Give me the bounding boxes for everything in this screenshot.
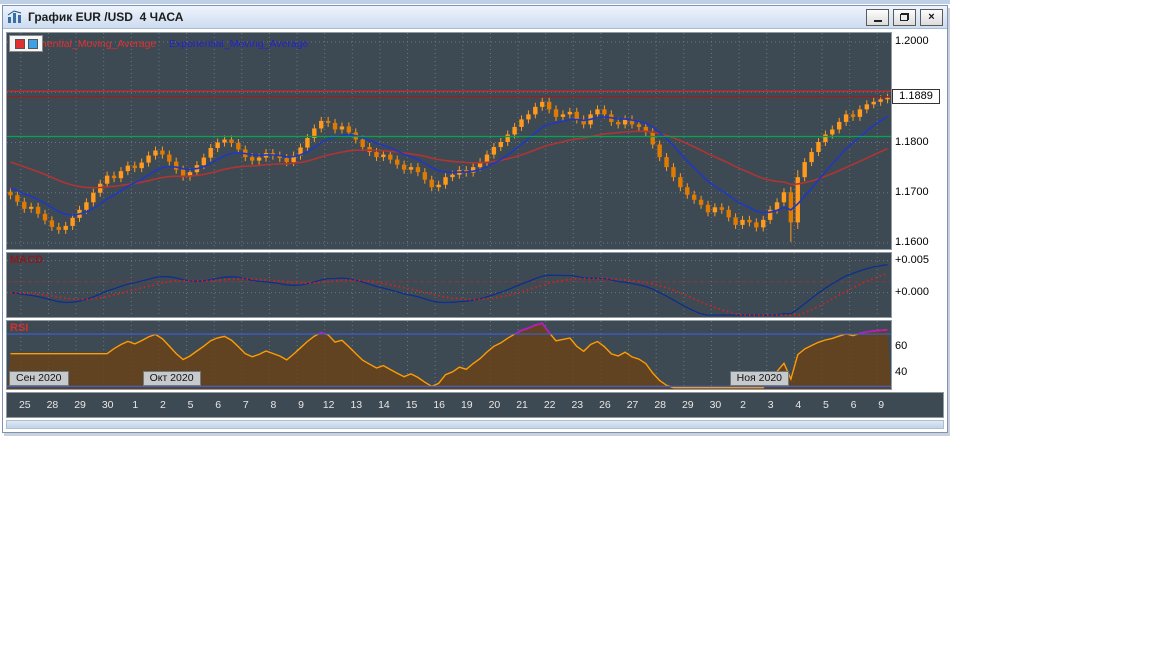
time-axis-label: 21 [516, 399, 528, 411]
main-chart-panel[interactable]: Exponential_Moving_Average Exponential_M… [6, 32, 892, 250]
axis-tick: +0.005 [895, 253, 929, 266]
axis-tick: 1.1800 [895, 135, 929, 148]
time-axis-label: 6 [215, 399, 222, 411]
time-axis-label: 12 [322, 399, 335, 411]
time-axis-label: 28 [654, 399, 667, 411]
chart-window: График EUR /USD 4 ЧАСА × Exponential_Mov… [2, 5, 948, 433]
axis-tick: +0.000 [895, 285, 929, 298]
time-axis-label: 14 [378, 399, 390, 411]
time-axis-label: 6 [850, 399, 857, 411]
legend-swatches [9, 35, 43, 52]
time-axis-label: 15 [405, 399, 418, 411]
time-axis-label: 16 [433, 399, 446, 411]
axis-tick: 1.2000 [895, 35, 929, 48]
time-axis-label: 28 [46, 399, 59, 411]
time-axis-label: 19 [460, 399, 473, 411]
red-swatch-icon [14, 38, 25, 49]
window-title: График EUR /USD 4 ЧАСА [28, 10, 184, 24]
background-strip [0, 0, 950, 4]
rsi-axis[interactable]: 60 40 [892, 320, 942, 390]
axis-tick: 1.1600 [895, 235, 929, 248]
main-row: Exponential_Moving_Average Exponential_M… [6, 32, 944, 250]
time-axis-label: 22 [543, 399, 556, 411]
macd-axis[interactable]: +0.005 +0.000 [892, 252, 942, 318]
rsi-panel[interactable]: RSI Сен 2020 Окт 2020 Ноя 2020 [6, 320, 892, 390]
time-axis-label: 29 [74, 399, 86, 411]
time-axis-label: 25 [18, 399, 31, 411]
candles [8, 93, 890, 242]
minimize-button[interactable] [866, 8, 889, 26]
axis-tick: 60 [895, 340, 908, 353]
current-price-box: 1.1889 [892, 88, 940, 104]
time-axis-label: 13 [350, 399, 363, 411]
desktop: График EUR /USD 4 ЧАСА × Exponential_Mov… [0, 0, 1152, 648]
macd-panel[interactable]: MACD [6, 252, 892, 318]
chart-icon [7, 10, 23, 24]
month-badge: Ноя 2020 [729, 371, 789, 386]
macd-label: MACD [10, 254, 43, 266]
month-badge: Сен 2020 [9, 371, 69, 386]
rsi-row: RSI Сен 2020 Окт 2020 Ноя 2020 60 40 [6, 320, 944, 390]
time-axis-label: 3 [767, 399, 774, 411]
time-axis-label: 27 [626, 399, 639, 411]
time-axis-label: 9 [298, 399, 304, 411]
minimize-icon [873, 19, 882, 22]
window-bottom-strip [6, 420, 944, 429]
time-axis-label: 4 [795, 399, 802, 411]
time-axis[interactable]: 25 28 29 30 1 2 5 6 7 8 9 12 13 14 15 16 19 20 21 22 23 26 27 2… [6, 392, 944, 418]
macd-row: MACD +0.005 +0.000 [6, 252, 944, 318]
time-axis-label: 2 [740, 399, 746, 411]
price-axis[interactable]: 1.1889 1.2000 1.1800 1.1700 1.1600 [892, 32, 942, 250]
vertical-grid [20, 33, 878, 249]
axis-tick: 40 [895, 366, 908, 379]
time-axis-label: 7 [242, 399, 249, 411]
close-icon: × [928, 10, 935, 23]
horizontal-grid [7, 41, 891, 244]
time-axis-label: 23 [571, 399, 584, 411]
macd-line [10, 264, 888, 316]
titlebar[interactable]: График EUR /USD 4 ЧАСА × [3, 6, 947, 29]
time-axis-label: 29 [681, 399, 694, 411]
time-axis-label: 2 [160, 399, 166, 411]
month-badge: Окт 2020 [142, 371, 201, 386]
time-axis-label: 30 [709, 399, 722, 411]
time-axis-label: 5 [823, 399, 829, 411]
rsi-label: RSI [10, 322, 29, 334]
restore-icon [900, 13, 909, 21]
ema-legend-blue: Exponential_Moving_Average [169, 38, 309, 50]
time-axis-label: 9 [878, 399, 885, 411]
time-axis-label: 8 [270, 399, 277, 411]
time-axis-label: 20 [488, 399, 501, 411]
close-button[interactable]: × [920, 8, 943, 26]
axis-tick: 1.1700 [895, 185, 929, 198]
macd-signal-line [10, 272, 888, 317]
time-axis-label: 30 [101, 399, 114, 411]
chart-area: Exponential_Moving_Average Exponential_M… [3, 29, 947, 432]
time-axis-label: 26 [599, 399, 611, 411]
blue-swatch-icon [27, 38, 38, 49]
time-axis-label: 5 [187, 399, 194, 411]
restore-button[interactable] [893, 8, 916, 26]
time-axis-label: 1 [132, 399, 139, 411]
